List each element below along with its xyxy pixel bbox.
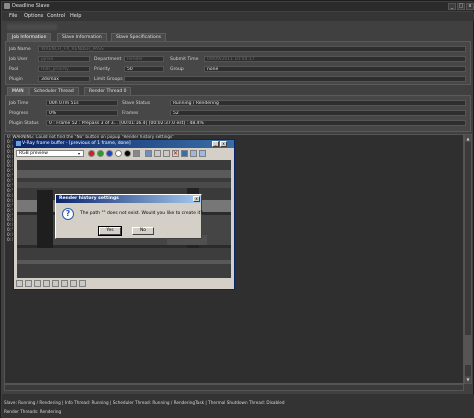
compare-icon[interactable] [25, 280, 32, 287]
thread-status-text: Slave: Running / Rendering | Info Thread… [4, 400, 285, 405]
tab-slave-information[interactable]: Slave Information [57, 33, 107, 41]
dialog-title: Render history settings [59, 196, 119, 201]
green-channel-icon[interactable] [97, 150, 104, 157]
window-title: Deadline Slave [12, 3, 50, 9]
progress-label: Progress [9, 111, 29, 116]
plugin-field[interactable]: 3dsmax [38, 76, 90, 82]
slave-name-blurred [7, 24, 57, 30]
curve-icon[interactable] [43, 280, 50, 287]
submit-time-label: Submit Time [170, 57, 199, 62]
clear-icon[interactable] [154, 150, 161, 157]
app-icon [4, 3, 10, 9]
limit-groups-label: Limit Groups [94, 77, 123, 82]
render-info-panel: Job Time 00h 07m 51s Slave Status Runnin… [5, 95, 471, 132]
tab-render-thread-0[interactable]: Render Thread 0 [84, 87, 132, 95]
chevron-down-icon[interactable]: ▾ [78, 151, 80, 156]
plugin-status-field: 0 : Frame 52 : Prepass 3 of 3... [00:01:… [46, 120, 466, 126]
dialog-message: The path "" does not exist. Would you li… [80, 211, 203, 216]
slave-status-label: Slave Status [122, 101, 151, 106]
vray-icon [16, 141, 21, 146]
lut-icon[interactable] [61, 280, 68, 287]
render-threads-text: Render Threads: Rendering [4, 409, 62, 414]
title-bar: Deadline Slave _ □ x [2, 2, 474, 11]
yes-button[interactable]: Yes [98, 226, 122, 236]
dialog-title-bar: Render history settings x [56, 195, 201, 203]
progress-field: 0% [46, 110, 118, 116]
lens-icon[interactable] [199, 150, 206, 157]
job-name-field[interactable]: WRENCH_FX_RENDER_PASS [38, 46, 466, 52]
tab-main[interactable]: MAIN [7, 87, 29, 95]
submit-time-field[interactable]: 09/09/2011 10:04:17 [204, 56, 466, 62]
vfb-title-bar: V-Ray frame buffer - [previous of 1 fram… [14, 140, 234, 148]
settings-icon[interactable] [79, 280, 86, 287]
pool-field[interactable]: rndr_priority [38, 66, 90, 72]
frames-label: Frames [122, 111, 139, 116]
job-time-field: 00h 07m 51s [46, 100, 118, 106]
job-name-label: Job Name [9, 47, 31, 52]
job-user-field[interactable]: pjnxx [38, 56, 90, 62]
department-label: Department [94, 57, 122, 62]
render-history-dialog: Render history settings x ? The path "" … [55, 194, 203, 239]
job-time-label: Job Time [9, 101, 29, 106]
menu-file[interactable]: File [9, 13, 17, 19]
scroll-down-icon[interactable]: ▼ [465, 376, 471, 383]
status-bar: Slave: Running / Rendering | Info Thread… [2, 394, 474, 418]
save-icon[interactable] [145, 150, 152, 157]
limit-groups-field[interactable] [124, 76, 466, 82]
vfb-close-button[interactable]: x [220, 141, 227, 147]
department-field[interactable]: Render [124, 56, 164, 62]
close-icon[interactable]: ✕ [172, 150, 179, 157]
levels-icon[interactable] [34, 280, 41, 287]
job-info-panel: Job Name WRENCH_FX_RENDER_PASS Job User … [5, 41, 471, 85]
log-vertical-scrollbar[interactable]: ▲ ▼ [464, 134, 472, 384]
close-button[interactable]: x [466, 3, 474, 10]
scroll-thumb[interactable] [465, 335, 471, 365]
menu-control[interactable]: Control [47, 13, 65, 19]
tab-scheduler-thread[interactable]: Scheduler Thread [29, 87, 79, 95]
priority-field[interactable]: 50 [124, 66, 164, 72]
log-horizontal-scrollbar[interactable] [4, 384, 464, 391]
group-field[interactable]: none [204, 66, 466, 72]
thread-tabs: MAIN Scheduler Thread Render Thread 0 [7, 87, 467, 95]
priority-label: Priority [94, 67, 111, 72]
pool-label: Pool [9, 67, 19, 72]
tab-job-information[interactable]: Job Information [7, 33, 52, 41]
print-icon[interactable] [190, 150, 197, 157]
mono-icon[interactable] [133, 150, 140, 157]
question-icon: ? [62, 208, 74, 220]
stamp-icon[interactable] [70, 280, 77, 287]
vfb-bottom-toolbar [16, 280, 232, 288]
black-icon[interactable] [124, 150, 131, 157]
history-icon[interactable] [16, 280, 23, 287]
group-label: Group [170, 67, 184, 72]
slave-status-field: Running / Rendering [170, 100, 466, 106]
red-channel-icon[interactable] [88, 150, 95, 157]
job-user-label: Job User [9, 57, 28, 62]
render-icon[interactable] [181, 150, 188, 157]
plugin-status-label: Plugin Status [9, 121, 39, 126]
scroll-up-icon[interactable]: ▲ [465, 135, 471, 142]
tab-slave-specifications[interactable]: Slave Specifications [111, 33, 166, 41]
blue-channel-icon[interactable] [106, 150, 113, 157]
clone-icon[interactable] [163, 150, 170, 157]
maximize-button[interactable]: □ [457, 3, 465, 10]
frames-field: 52 [170, 110, 466, 116]
menu-help[interactable]: Help [70, 13, 81, 19]
main-window: Deadline Slave _ □ x File Options Contro… [0, 0, 474, 418]
menu-options[interactable]: Options [24, 13, 43, 19]
vfb-title: V-Ray frame buffer - [previous of 1 fram… [22, 141, 131, 146]
main-tabs: Job Information Slave Information Slave … [7, 33, 467, 41]
minimize-button[interactable]: _ [448, 3, 456, 10]
vfb-toolbar: RGB preview ▾ ✕ [16, 150, 232, 158]
exposure-icon[interactable] [52, 280, 59, 287]
menu-bar: File Options Control Help [2, 12, 474, 21]
white-icon[interactable] [115, 150, 122, 157]
plugin-label: Plugin [9, 77, 23, 82]
vfb-minimize-button[interactable]: _ [212, 141, 219, 147]
channel-select[interactable]: RGB preview [16, 150, 84, 157]
dialog-close-button[interactable]: x [193, 196, 200, 202]
no-button[interactable]: No [132, 227, 154, 235]
